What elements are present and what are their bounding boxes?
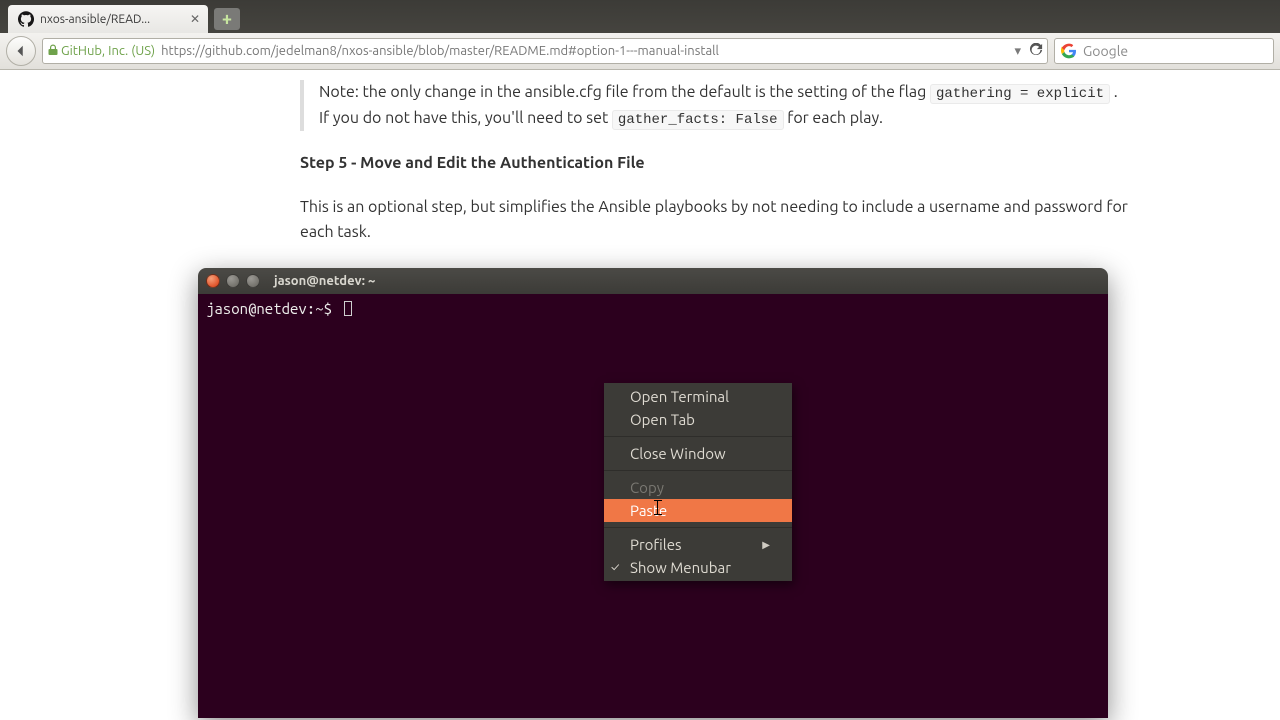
plus-icon: + [222,9,232,29]
step-heading: Step 5 - Move and Edit the Authenticatio… [300,151,1142,177]
dropdown-icon[interactable]: ▾ [1014,44,1021,59]
menu-separator [604,436,792,437]
new-tab-button[interactable]: + [214,8,240,30]
menu-close-window[interactable]: Close Window [604,442,792,465]
reload-icon[interactable] [1029,43,1043,60]
back-button[interactable] [6,36,36,66]
note-text-3: for each play. [787,109,883,127]
menu-copy: Copy [604,476,792,499]
search-placeholder: Google [1083,43,1128,59]
browser-tab[interactable]: nxos-ansible/READ... ✕ [8,5,208,33]
address-bar: GitHub, Inc. (US) https://github.com/jed… [0,33,1280,70]
terminal-title: jason@netdev: ~ [274,274,375,288]
menu-show-menubar[interactable]: ✓ Show Menubar [604,556,792,579]
lock-icon [47,44,59,59]
step-paragraph: This is an optional step, but simplifies… [300,195,1142,246]
note-text-1: Note: the only change in the ansible.cfg… [319,83,930,101]
menu-open-tab[interactable]: Open Tab [604,408,792,431]
menu-separator [604,527,792,528]
tab-title: nxos-ansible/READ... [40,13,184,26]
terminal-prompt: jason@netdev:~$ [206,300,332,317]
context-menu: Open Terminal Open Tab Close Window Copy… [604,383,792,581]
menu-open-terminal[interactable]: Open Terminal [604,385,792,408]
window-maximize-button[interactable] [246,274,260,288]
browser-tab-bar: nxos-ansible/READ... ✕ + [0,0,1280,33]
search-box[interactable]: Google [1054,38,1274,64]
menu-profiles[interactable]: Profiles ▶ [604,533,792,556]
google-icon [1061,43,1077,59]
terminal-titlebar[interactable]: jason@netdev: ~ [198,268,1108,294]
note-code-2: gather_facts: False [612,110,784,130]
window-minimize-button[interactable] [226,274,240,288]
site-identity: GitHub, Inc. (US) [61,44,155,58]
check-icon: ✓ [611,561,619,574]
terminal-cursor [344,301,352,316]
tab-close-icon[interactable]: ✕ [190,12,200,26]
back-arrow-icon [14,44,28,58]
menu-paste[interactable]: Paste [604,499,792,522]
menu-separator [604,470,792,471]
window-close-button[interactable] [206,274,220,288]
url-box[interactable]: GitHub, Inc. (US) https://github.com/jed… [42,38,1048,64]
submenu-arrow-icon: ▶ [762,539,770,551]
note-blockquote: Note: the only change in the ansible.cfg… [300,80,1142,131]
page-content: Note: the only change in the ansible.cfg… [0,70,1280,246]
note-code-1: gathering = explicit [930,84,1110,104]
github-favicon [18,11,34,27]
url-text: https://github.com/jedelman8/nxos-ansibl… [161,44,1010,58]
